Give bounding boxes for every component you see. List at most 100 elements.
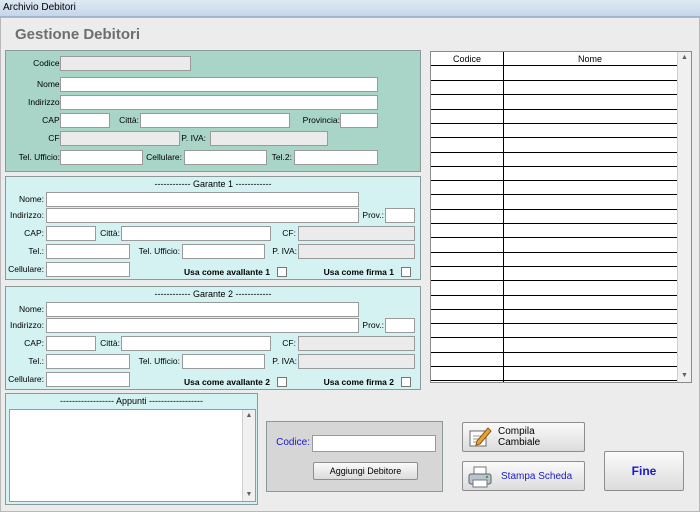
garante1-nome-label: Nome: xyxy=(18,194,44,204)
codice-label: Codice: xyxy=(33,58,62,68)
piva-field[interactable] xyxy=(210,131,328,146)
garante1-indirizzo-field[interactable] xyxy=(46,208,359,223)
garante2-citta-field[interactable] xyxy=(121,336,271,351)
cellulare-field[interactable] xyxy=(184,150,267,165)
table-row[interactable] xyxy=(431,251,677,253)
table-row[interactable] xyxy=(431,194,677,196)
grid-header-nome[interactable]: Nome xyxy=(503,52,677,66)
garante2-cellulare-label: Cellulare: xyxy=(8,374,44,384)
table-row[interactable] xyxy=(431,366,677,367)
grid-scrollbar[interactable]: ▲ ▼ xyxy=(677,52,691,382)
garante1-prov-field[interactable] xyxy=(385,208,415,223)
table-row[interactable] xyxy=(431,137,677,139)
table-row[interactable] xyxy=(431,308,677,310)
garante2-prov-field[interactable] xyxy=(385,318,415,333)
garante1-cap-field[interactable] xyxy=(46,226,96,241)
garante2-title: ------------ Garante 2 ------------ xyxy=(154,289,272,299)
grid-scroll-up-arrow-icon[interactable]: ▲ xyxy=(678,53,691,63)
cap-field[interactable] xyxy=(60,113,110,128)
garante1-title: ------------ Garante 1 ------------ xyxy=(154,179,272,189)
table-row[interactable] xyxy=(431,323,677,325)
table-row[interactable] xyxy=(431,94,677,96)
provincia-field[interactable] xyxy=(340,113,378,128)
table-row[interactable] xyxy=(431,180,677,182)
garante2-nome-field[interactable] xyxy=(46,302,359,317)
appunti-scrollbar[interactable]: ▲ ▼ xyxy=(242,410,255,501)
stampa-scheda-label: Stampa Scheda xyxy=(501,470,573,482)
table-row[interactable] xyxy=(431,294,677,296)
cellulare-label: Cellulare: xyxy=(146,152,182,162)
garante1-piva-field[interactable] xyxy=(298,244,415,259)
indirizzo-field[interactable] xyxy=(60,95,378,110)
garante2-cap-field[interactable] xyxy=(46,336,96,351)
scroll-up-arrow-icon[interactable]: ▲ xyxy=(243,411,255,421)
garante1-cf-field[interactable] xyxy=(298,226,415,241)
tel2-label: Tel.2: xyxy=(271,152,292,162)
table-row[interactable] xyxy=(431,280,677,282)
tel2-field[interactable] xyxy=(294,150,378,165)
garante2-firma-label: Usa come firma 2 xyxy=(323,377,394,387)
grid-scroll-down-arrow-icon[interactable]: ▼ xyxy=(678,371,691,381)
garante1-cellulare-field[interactable] xyxy=(46,262,130,277)
table-row[interactable] xyxy=(431,151,677,153)
fine-button[interactable]: Fine xyxy=(604,451,684,491)
scroll-down-arrow-icon[interactable]: ▼ xyxy=(243,490,255,500)
table-row[interactable] xyxy=(431,223,677,224)
appunti-textarea[interactable]: ▲ ▼ xyxy=(9,409,256,502)
garante2-cap-label: CAP: xyxy=(24,338,44,348)
codice-field[interactable] xyxy=(60,56,191,71)
garante1-avallante-checkbox[interactable] xyxy=(277,267,287,277)
add-codice-label: Codice: xyxy=(276,437,310,448)
debitori-grid[interactable]: Codice Nome ▲ ▼ xyxy=(430,51,692,383)
garante2-tel-ufficio-field[interactable] xyxy=(182,354,265,369)
garante1-nome-field[interactable] xyxy=(46,192,359,207)
garante1-tel-label: Tel.: xyxy=(28,246,44,256)
garante2-indirizzo-field[interactable] xyxy=(46,318,359,333)
garante1-avallante-label: Usa come avallante 1 xyxy=(184,267,270,277)
table-row[interactable] xyxy=(431,80,677,81)
table-row[interactable] xyxy=(431,265,677,267)
add-debitore-button[interactable]: Aggiungi Debitore xyxy=(313,462,418,480)
garante2-piva-label: P. IVA: xyxy=(272,356,297,366)
table-row[interactable] xyxy=(431,108,677,110)
table-row[interactable] xyxy=(431,337,677,339)
garante1-tel-ufficio-label: Tel. Ufficio: xyxy=(138,246,180,256)
piva-label: P. IVA: xyxy=(181,133,206,143)
garante1-prov-label: Prov.: xyxy=(362,210,384,220)
compila-cambiale-button[interactable]: Compila Cambiale xyxy=(462,422,585,452)
grid-header-codice[interactable]: Codice xyxy=(431,52,503,66)
garante2-tel-label: Tel.: xyxy=(28,356,44,366)
debitore-panel: Codice: Nome: Indirizzo: CAP: Città: Pro… xyxy=(5,50,421,172)
nome-field[interactable] xyxy=(60,77,378,92)
table-row[interactable] xyxy=(431,208,677,210)
nome-label: Nome: xyxy=(36,79,62,89)
table-row[interactable] xyxy=(431,122,677,124)
table-row[interactable] xyxy=(431,237,677,239)
citta-field[interactable] xyxy=(140,113,290,128)
appunti-title: ------------------ Appunti -------------… xyxy=(60,396,203,406)
stampa-scheda-button[interactable]: Stampa Scheda xyxy=(462,461,585,491)
garante2-tel-field[interactable] xyxy=(46,354,130,369)
table-row[interactable] xyxy=(431,351,677,353)
garante2-avallante-label: Usa come avallante 2 xyxy=(184,377,270,387)
tel-ufficio-field[interactable] xyxy=(60,150,143,165)
add-debitore-panel: Codice: Aggiungi Debitore xyxy=(266,421,443,492)
garante1-citta-field[interactable] xyxy=(121,226,271,241)
table-row[interactable] xyxy=(431,165,677,167)
garante2-citta-label: Città: xyxy=(100,338,120,348)
add-codice-field[interactable] xyxy=(312,435,436,452)
garante1-tel-field[interactable] xyxy=(46,244,130,259)
garante2-piva-field[interactable] xyxy=(298,354,415,369)
garante2-cellulare-field[interactable] xyxy=(46,372,130,387)
garante1-citta-label: Città: xyxy=(100,228,120,238)
garante1-cap-label: CAP: xyxy=(24,228,44,238)
garante1-panel: ------------ Garante 1 ------------ Nome… xyxy=(5,176,421,280)
table-row[interactable] xyxy=(431,380,677,382)
garante2-firma-checkbox[interactable] xyxy=(401,377,411,387)
garante2-cf-field[interactable] xyxy=(298,336,415,351)
garante1-tel-ufficio-field[interactable] xyxy=(182,244,265,259)
garante2-avallante-checkbox[interactable] xyxy=(277,377,287,387)
garante1-firma-checkbox[interactable] xyxy=(401,267,411,277)
cap-label: CAP: xyxy=(42,115,62,125)
garante1-indirizzo-label: Indirizzo: xyxy=(9,210,44,220)
